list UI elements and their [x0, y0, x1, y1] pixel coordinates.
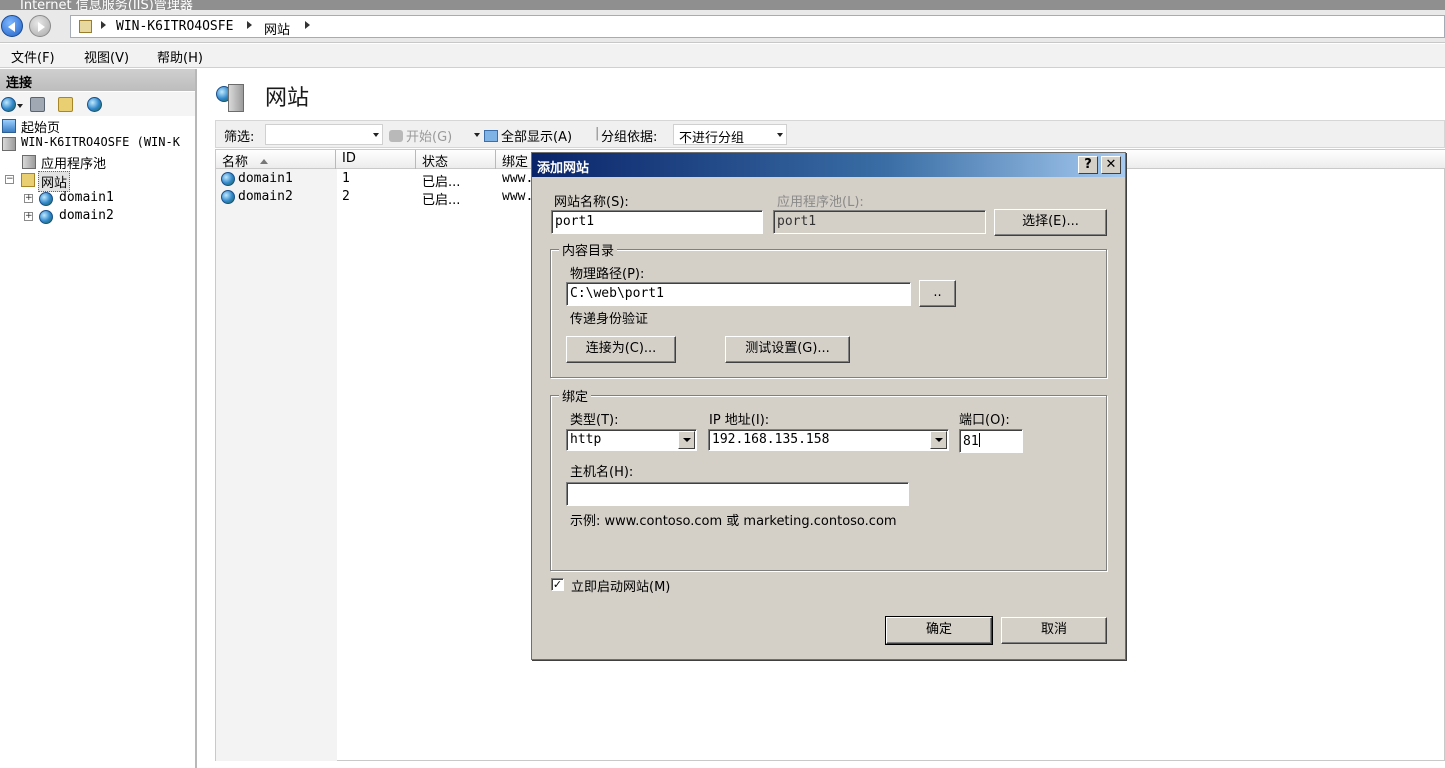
tree-sites[interactable]: − 网站 [0, 171, 195, 192]
sites-icon [216, 82, 246, 112]
forward-arrow-icon[interactable] [29, 15, 51, 37]
home-icon [2, 119, 16, 133]
breadcrumb-sites[interactable]: 网站 [264, 19, 290, 38]
add-website-dialog: 添加网站 ? ✕ 网站名称(S): port1 应用程序池(L): port1 … [531, 152, 1126, 660]
menu-bar: 文件(F) 视图(V) 帮助(H) [0, 44, 1445, 68]
back-arrow-icon[interactable] [1, 15, 23, 37]
connect-icon[interactable] [1, 97, 16, 112]
ip-address-label: IP 地址(I): [709, 413, 770, 428]
binding-group: 绑定 类型(T): http IP 地址(I): 192.168.135.158… [550, 386, 1107, 571]
tree-site-domain1[interactable]: + domain1 [0, 190, 195, 208]
app-pool-field: port1 [773, 210, 986, 234]
physical-path-input[interactable]: C:\web\port1 [566, 282, 911, 306]
column-name[interactable]: 名称 [216, 150, 336, 170]
show-all-icon [484, 130, 498, 142]
ip-address-select[interactable]: 192.168.135.158 [708, 429, 949, 451]
globe-icon [39, 192, 53, 206]
filter-start-button[interactable]: 开始(G) [389, 126, 452, 145]
port-label: 端口(O): [959, 413, 1010, 428]
chevron-down-icon[interactable] [930, 431, 947, 449]
host-name-input[interactable] [566, 482, 909, 506]
tree-app-pools[interactable]: 应用程序池 [0, 153, 195, 172]
group-by-select[interactable]: 不进行分组 [673, 124, 787, 146]
chevron-right-icon [101, 21, 106, 29]
site-name-input[interactable]: port1 [551, 210, 763, 234]
type-select[interactable]: http [566, 429, 697, 451]
filter-label: 筛选: [224, 130, 255, 145]
connect-as-button[interactable]: 连接为(C)... [566, 336, 676, 363]
select-app-pool-button[interactable]: 选择(E)... [994, 209, 1107, 236]
start-now-checkbox[interactable]: ✓ [551, 578, 564, 591]
globe-icon [221, 190, 235, 204]
chevron-right-icon [305, 21, 310, 29]
help-icon[interactable]: ? [1078, 156, 1098, 174]
site-name-label: 网站名称(S): [554, 195, 629, 210]
host-name-label: 主机名(H): [570, 465, 634, 480]
sort-ascending-icon [260, 159, 269, 164]
chevron-right-icon [247, 21, 252, 29]
window-title-bar: Internet 信息服务(IIS)管理器 [0, 0, 1445, 10]
menu-help[interactable]: 帮助(H) [157, 47, 203, 66]
chevron-down-icon[interactable] [777, 133, 783, 137]
breadcrumb[interactable]: WIN-K6ITRO4OSFE 网站 [70, 15, 1445, 38]
connections-pane: 连接 起始页 WIN-K6ITRO4OSFE (WIN-K 应用程序池 − 网站… [0, 69, 197, 768]
show-all-button[interactable]: 全部显示(A) [484, 126, 572, 145]
up-folder-icon[interactable] [58, 97, 73, 112]
passthrough-auth-label: 传递身份验证 [570, 312, 649, 327]
menu-file[interactable]: 文件(F) [11, 47, 55, 66]
browse-button[interactable]: .. [919, 280, 956, 307]
server-icon [2, 137, 16, 151]
cancel-button[interactable]: 取消 [1001, 617, 1107, 644]
port-input[interactable]: 81 [959, 429, 1023, 453]
breadcrumb-server[interactable]: WIN-K6ITRO4OSFE [116, 19, 233, 34]
page-title: 网站 [265, 86, 310, 111]
test-settings-button[interactable]: 测试设置(G)... [725, 336, 850, 363]
chevron-down-icon[interactable] [373, 133, 379, 137]
content-directory-group: 内容目录 物理路径(P): C:\web\port1 .. 传递身份验证 连接为… [550, 240, 1107, 378]
window-title: Internet 信息服务(IIS)管理器 [20, 0, 193, 10]
close-icon[interactable]: ✕ [1101, 156, 1121, 174]
host-name-example: 示例: www.contoso.com 或 marketing.contoso.… [570, 514, 897, 529]
expand-icon[interactable]: + [24, 212, 33, 221]
chevron-down-icon[interactable] [17, 104, 23, 108]
connections-header: 连接 [0, 69, 195, 91]
ok-button[interactable]: 确定 [885, 616, 993, 645]
column-status[interactable]: 状态 [416, 150, 496, 170]
expand-icon[interactable]: + [24, 194, 33, 203]
tree-start-page[interactable]: 起始页 [0, 117, 195, 136]
content-directory-legend: 内容目录 [559, 240, 618, 259]
collapse-icon[interactable]: − [5, 175, 14, 184]
globe-icon [39, 210, 53, 224]
chevron-down-icon[interactable] [474, 133, 480, 137]
address-bar: WIN-K6ITRO4OSFE 网站 [0, 10, 1445, 43]
dialog-title: 添加网站 [537, 161, 590, 176]
filter-input[interactable] [265, 124, 383, 145]
dialog-title-bar: 添加网站 [532, 153, 1125, 177]
app-pool-label: 应用程序池(L): [777, 195, 864, 210]
tree-site-domain2[interactable]: + domain2 [0, 208, 195, 226]
connections-toolbar [0, 92, 195, 116]
globe-icon [221, 172, 235, 186]
chevron-down-icon[interactable] [678, 431, 695, 449]
folder-icon [79, 20, 92, 33]
sites-folder-icon [21, 173, 35, 187]
tree-server[interactable]: WIN-K6ITRO4OSFE (WIN-K [0, 135, 195, 153]
column-id[interactable]: ID [336, 150, 416, 169]
filter-bar: 筛选: 开始(G) 全部显示(A) | 分组依据: 不进行分组 [215, 120, 1445, 148]
start-now-label: 立即启动网站(M) [571, 580, 671, 595]
binoculars-icon [389, 130, 403, 142]
binding-legend: 绑定 [559, 386, 592, 405]
group-by-label: 分组依据: [601, 130, 658, 145]
save-icon[interactable] [30, 97, 45, 112]
app-pool-icon [22, 155, 36, 169]
type-label: 类型(T): [570, 413, 619, 428]
physical-path-label: 物理路径(P): [570, 267, 645, 282]
disconnect-icon[interactable] [87, 97, 102, 112]
menu-view[interactable]: 视图(V) [84, 47, 129, 66]
